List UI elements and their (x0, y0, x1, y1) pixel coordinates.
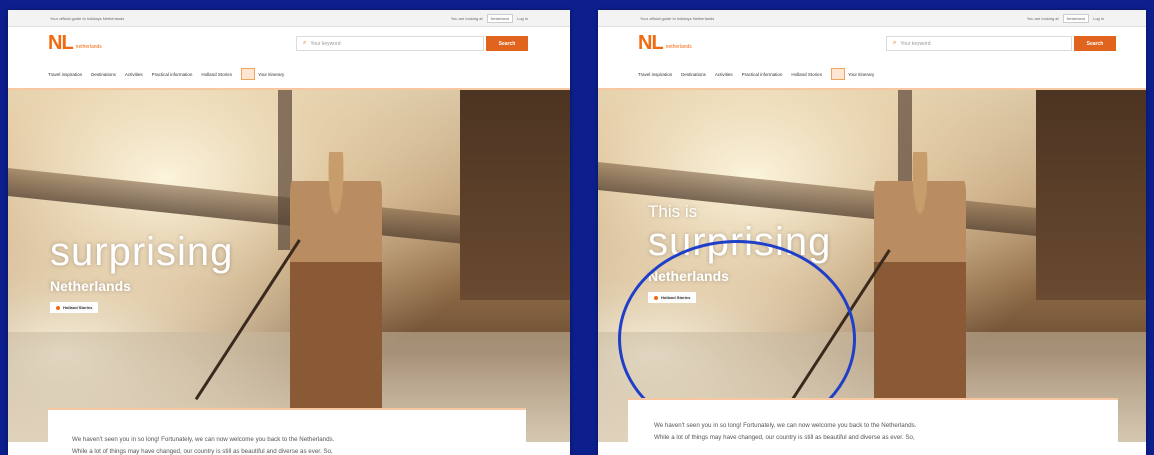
main-nav: Travel inspiration Destinations Activiti… (48, 68, 284, 80)
intro-card: We haven't seen you in so long! Fortunat… (628, 398, 1118, 455)
search-input[interactable]: ⌕ Your keyword (886, 36, 1072, 51)
favorites-label: Your itinerary (257, 71, 285, 77)
login-link[interactable]: Log in (1093, 16, 1104, 21)
canal-building (1036, 90, 1146, 300)
nav-travel-inspiration[interactable]: Travel inspiration (638, 72, 672, 77)
site-tagline: Your official guide to holidays Netherla… (50, 16, 125, 21)
nav-holland-stories[interactable]: Holland Stories (791, 72, 822, 77)
search-button[interactable]: Search (486, 36, 528, 51)
hero-pretitle: This is (648, 202, 698, 221)
utility-bar: Your official guide to holidays Netherla… (598, 10, 1146, 27)
language-select[interactable]: Nederland (1062, 14, 1090, 23)
nav-destinations[interactable]: Destinations (91, 72, 116, 77)
hero-heading: surprising Netherlands Holland Stories (50, 232, 233, 315)
search-button[interactable]: Search (1074, 36, 1116, 51)
main-nav: Travel inspiration Destinations Activiti… (638, 68, 874, 80)
favorites-label: Your itinerary (847, 71, 875, 77)
logo-mark: NL (638, 32, 664, 54)
site-tagline: Your official guide to holidays Netherla… (640, 16, 715, 21)
search-input[interactable]: ⌕ Your keyword (296, 36, 484, 51)
language-label: You are looking at (1026, 16, 1059, 21)
intro-line-2: While a lot of things may have changed, … (72, 448, 333, 455)
nav-favorites[interactable]: Your itinerary (240, 68, 285, 80)
tag-label: Holland Stories (63, 305, 93, 310)
logo-mark: NL (48, 32, 74, 54)
nav-practical-information[interactable]: Practical information (152, 72, 193, 77)
language-label: You are looking at (450, 16, 483, 21)
nav-holland-stories[interactable]: Holland Stories (201, 72, 232, 77)
language-select[interactable]: Nederland (486, 14, 514, 23)
nav-favorites[interactable]: Your itinerary (830, 68, 875, 80)
intro-card: We haven't seen you in so long! Fortunat… (48, 408, 526, 455)
itinerary-icon (240, 68, 255, 80)
nav-activities[interactable]: Activities (125, 72, 143, 77)
tag-bullet-icon (56, 305, 60, 310)
nav-activities[interactable]: Activities (715, 72, 733, 77)
screenshot-panel-annotated: Your official guide to holidays Netherla… (598, 10, 1146, 455)
search-icon: ⌕ (893, 40, 897, 46)
itinerary-icon (830, 68, 845, 80)
search-placeholder: Your keyword (310, 40, 341, 47)
search-icon: ⌕ (303, 40, 307, 46)
intro-line-1: We haven't seen you in so long! Fortunat… (72, 436, 335, 443)
hero-subtitle: Netherlands (50, 278, 131, 294)
login-link[interactable]: Log in (517, 16, 528, 21)
hero-image: surprising Netherlands Holland Stories (8, 88, 570, 442)
nav-destinations[interactable]: Destinations (681, 72, 706, 77)
logo-wordmark: netherlands (75, 44, 102, 50)
hero-image: This is surprising Netherlands Holland S… (598, 88, 1146, 442)
canal-building (460, 90, 570, 300)
screenshot-panel-original: Your official guide to holidays Netherla… (8, 10, 570, 455)
site-logo[interactable]: NL netherlands (638, 32, 692, 54)
nav-practical-information[interactable]: Practical information (742, 72, 783, 77)
intro-line-2: While a lot of things may have changed, … (654, 434, 915, 441)
utility-bar: Your official guide to holidays Netherla… (8, 10, 570, 27)
logo-wordmark: netherlands (665, 44, 692, 50)
search-placeholder: Your keyword (900, 40, 931, 47)
hero-title: surprising (50, 230, 234, 274)
nav-travel-inspiration[interactable]: Travel inspiration (48, 72, 82, 77)
intro-line-1: We haven't seen you in so long! Fortunat… (654, 422, 917, 429)
paddleboarder-figure (290, 152, 382, 442)
holland-stories-tag[interactable]: Holland Stories (50, 302, 99, 313)
site-logo[interactable]: NL netherlands (48, 32, 102, 54)
